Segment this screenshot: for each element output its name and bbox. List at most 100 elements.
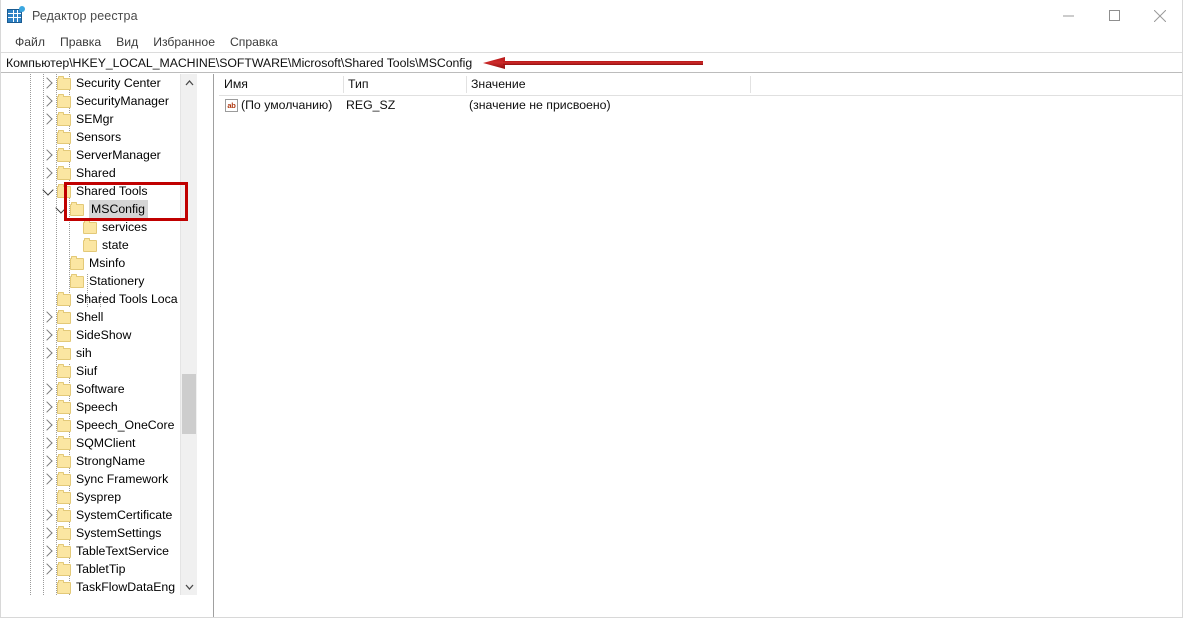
menu-item-file[interactable]: Файл xyxy=(8,33,53,51)
chevron-right-icon[interactable] xyxy=(40,542,56,560)
table-row[interactable]: ab (По умолчанию) REG_SZ (значение не присв… xyxy=(219,96,1183,115)
tree-item-label: Sync Framework xyxy=(76,472,169,486)
folder-icon xyxy=(57,544,71,558)
tree-item-label: TaskFlowDataEng xyxy=(76,580,176,594)
column-header-1[interactable]: Тип xyxy=(343,74,466,95)
pane-splitter[interactable] xyxy=(213,74,218,618)
tree-item-sideshow[interactable]: SideShow xyxy=(0,326,196,344)
chevron-right-icon[interactable] xyxy=(40,380,56,398)
tree-item-msinfo[interactable]: Msinfo xyxy=(0,254,196,272)
chevron-right-icon[interactable] xyxy=(40,506,56,524)
maximize-icon xyxy=(1108,10,1120,21)
value-type-cell: REG_SZ xyxy=(346,98,396,112)
string-value-icon: ab xyxy=(225,99,238,112)
chevron-right-icon[interactable] xyxy=(40,146,56,164)
chevron-right-icon[interactable] xyxy=(40,74,56,92)
tree-item-label: Siuf xyxy=(76,364,98,378)
folder-icon xyxy=(83,220,97,234)
values-column-header[interactable]: Имя Тип Значение xyxy=(219,74,1183,96)
registry-tree-pane[interactable]: Security Center SecurityManager SEMgr Senso… xyxy=(0,74,213,595)
tree-item-siuf[interactable]: Siuf xyxy=(0,362,196,380)
tree-item-msconfig[interactable]: MSConfig xyxy=(0,200,196,218)
folder-icon xyxy=(57,382,71,396)
tree-item-software[interactable]: Software xyxy=(0,380,196,398)
tree-item-shared-tools[interactable]: Shared Tools xyxy=(0,182,196,200)
registry-tree-list[interactable]: Security Center SecurityManager SEMgr Senso… xyxy=(0,74,196,595)
tree-item-tablettip[interactable]: TabletTip xyxy=(0,560,196,578)
tree-item-sync-framework[interactable]: Sync Framework xyxy=(0,470,196,488)
chevron-down-icon[interactable] xyxy=(40,182,56,200)
folder-icon xyxy=(57,508,71,522)
tree-scroll-thumb[interactable] xyxy=(182,374,196,434)
tree-item-shared-tools-loca[interactable]: Shared Tools Loca xyxy=(0,290,196,308)
tree-item-systemsettings[interactable]: SystemSettings xyxy=(0,524,196,542)
tree-item-speech-onecore[interactable]: Speech_OneCore xyxy=(0,416,196,434)
tree-item-label: Shared xyxy=(76,166,116,180)
menu-item-edit[interactable]: Правка xyxy=(53,33,109,51)
folder-icon xyxy=(57,130,71,144)
registry-values-pane[interactable]: Имя Тип Значение ab (По умолчанию) REG_SZ (зн… xyxy=(219,74,1183,618)
chevron-down-icon[interactable] xyxy=(53,200,69,218)
tree-item-securitymanager[interactable]: SecurityManager xyxy=(0,92,196,110)
tree-item-label: Msinfo xyxy=(89,256,126,270)
tree-item-label: Speech xyxy=(76,400,118,414)
address-path-text[interactable]: Компьютер\HKEY_LOCAL_MACHINE\SOFTWARE\Mi… xyxy=(0,56,472,70)
tree-item-services[interactable]: services xyxy=(0,218,196,236)
folder-icon xyxy=(70,256,84,270)
menu-item-help[interactable]: Справка xyxy=(223,33,286,51)
column-header-2[interactable]: Значение xyxy=(466,74,750,95)
chevron-right-icon[interactable] xyxy=(40,308,56,326)
chevron-right-icon[interactable] xyxy=(40,164,56,182)
menu-item-view[interactable]: Вид xyxy=(109,33,146,51)
tree-item-sqmclient[interactable]: SQMClient xyxy=(0,434,196,452)
tree-item-servermanager[interactable]: ServerManager xyxy=(0,146,196,164)
chevron-right-icon[interactable] xyxy=(40,92,56,110)
chevron-right-icon[interactable] xyxy=(40,434,56,452)
folder-icon xyxy=(70,274,84,288)
maximize-button[interactable] xyxy=(1091,0,1137,31)
folder-icon xyxy=(57,310,71,324)
window-title: Редактор реестра xyxy=(32,8,138,23)
tree-item-taskflowdataeng[interactable]: TaskFlowDataEng xyxy=(0,578,196,595)
tree-item-security-center[interactable]: Security Center xyxy=(0,74,196,92)
tree-item-state[interactable]: state xyxy=(0,236,196,254)
tree-item-shell[interactable]: Shell xyxy=(0,308,196,326)
chevron-right-icon[interactable] xyxy=(40,344,56,362)
tree-item-systemcertificate[interactable]: SystemCertificate xyxy=(0,506,196,524)
address-bar[interactable]: Компьютер\HKEY_LOCAL_MACHINE\SOFTWARE\Mi… xyxy=(0,52,1183,73)
chevron-right-icon[interactable] xyxy=(40,470,56,488)
scroll-down-button[interactable] xyxy=(181,578,197,595)
tree-item-shared[interactable]: Shared xyxy=(0,164,196,182)
chevron-right-icon[interactable] xyxy=(40,452,56,470)
tree-item-label: MSConfig xyxy=(89,200,148,218)
menu-item-favorites[interactable]: Избранное xyxy=(146,33,223,51)
chevron-right-icon[interactable] xyxy=(40,524,56,542)
tree-item-label: sih xyxy=(76,346,92,360)
chevron-down-icon xyxy=(185,584,193,590)
tree-item-sysprep[interactable]: Sysprep xyxy=(0,488,196,506)
values-row-list[interactable]: ab (По умолчанию) REG_SZ (значение не присв… xyxy=(219,96,1183,115)
folder-icon xyxy=(57,454,71,468)
chevron-right-icon[interactable] xyxy=(40,110,56,128)
tree-item-sih[interactable]: sih xyxy=(0,344,196,362)
folder-icon xyxy=(57,346,71,360)
tree-item-tabletextservice[interactable]: TableTextService xyxy=(0,542,196,560)
tree-item-stationery[interactable]: Stationery xyxy=(0,272,196,290)
tree-item-speech[interactable]: Speech xyxy=(0,398,196,416)
column-divider[interactable] xyxy=(750,76,751,93)
chevron-right-icon[interactable] xyxy=(40,416,56,434)
tree-item-sensors[interactable]: Sensors xyxy=(0,128,196,146)
close-button[interactable] xyxy=(1137,0,1183,31)
tree-vertical-scrollbar[interactable] xyxy=(180,74,197,595)
chevron-right-icon[interactable] xyxy=(40,398,56,416)
minimize-button[interactable] xyxy=(1045,0,1091,31)
registry-editor-icon xyxy=(7,6,25,24)
chevron-right-icon[interactable] xyxy=(40,560,56,578)
tree-item-semgr[interactable]: SEMgr xyxy=(0,110,196,128)
tree-item-strongname[interactable]: StrongName xyxy=(0,452,196,470)
tree-item-label: Shared Tools Loca xyxy=(76,292,178,306)
column-header-0[interactable]: Имя xyxy=(219,74,343,95)
tree-item-label: SideShow xyxy=(76,328,132,342)
chevron-right-icon[interactable] xyxy=(40,326,56,344)
scroll-up-button[interactable] xyxy=(181,74,197,91)
